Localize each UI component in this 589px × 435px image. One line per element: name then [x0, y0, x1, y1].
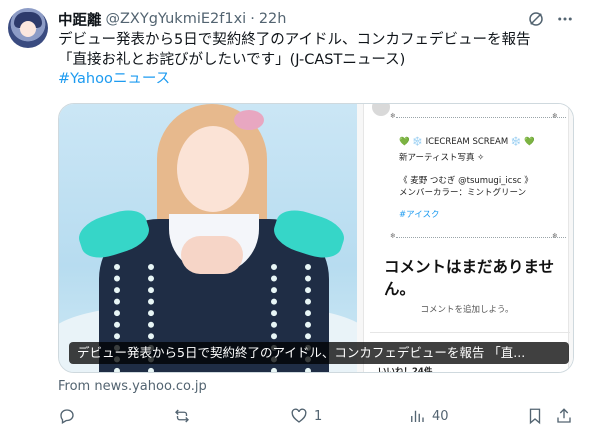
- photo-face: [177, 126, 249, 212]
- reply-button[interactable]: [58, 404, 82, 428]
- sep-mark: ❄: [390, 232, 396, 240]
- more-icon[interactable]: [556, 10, 574, 28]
- tweet-header: 中距離 @ZXYgYukmiE2f1xi · 22h: [58, 9, 287, 30]
- tweet-text-line: デビュー発表から5日で契約終了のアイドル、コンカフェデビューを報告: [58, 32, 531, 48]
- phone-avatar-dot: [372, 104, 390, 116]
- share-button[interactable]: [555, 404, 573, 428]
- author-handle[interactable]: @ZXYgYukmiE2f1xi: [106, 11, 247, 27]
- card-photo: [59, 104, 357, 372]
- sep-mark: ❄: [552, 112, 558, 120]
- share-icon: [555, 407, 573, 425]
- retweet-icon: [173, 407, 191, 425]
- bookmark-button[interactable]: [526, 404, 544, 428]
- link-card[interactable]: ❄ ❄ 💚 ❄️ ICECREAM SCREAM ❄️ 💚 新アーティスト写真 …: [58, 103, 574, 373]
- sep-mark: ❄: [552, 232, 558, 240]
- no-comment-text: コメントはまだありません。: [384, 258, 555, 298]
- phone-line-color: メンバーカラー：ミントグリーン: [399, 188, 527, 198]
- divider: [396, 237, 566, 238]
- tweet-time[interactable]: 22h: [259, 11, 287, 27]
- card-caption: デビュー発表から5日で契約終了のアイドル、コンカフェデビューを報告 「直...: [69, 342, 569, 364]
- avatar-face: [20, 21, 36, 37]
- author-name[interactable]: 中距離: [58, 9, 102, 30]
- bookmark-icon: [526, 407, 544, 425]
- retweet-button[interactable]: [173, 404, 197, 428]
- photo-bow: [234, 110, 264, 130]
- views-button[interactable]: 40: [408, 404, 449, 428]
- views-icon: [408, 407, 426, 425]
- heart-icon: [290, 407, 308, 425]
- like-count: 1: [314, 408, 323, 424]
- card-source[interactable]: From news.yahoo.co.jp: [58, 379, 207, 394]
- phone-line-group: 💚 ❄️ ICECREAM SCREAM ❄️ 💚: [399, 137, 535, 147]
- card-phone-screenshot: ❄ ❄ 💚 ❄️ ICECREAM SCREAM ❄️ 💚 新アーティスト写真 …: [357, 104, 573, 373]
- meta-separator: ·: [250, 11, 255, 27]
- divider: [370, 332, 570, 333]
- avatar[interactable]: [8, 8, 48, 48]
- phone-line-member: 《 麦野 つむぎ @tsumugi_icsc 》: [399, 176, 533, 186]
- sep-mark: ❄: [390, 112, 396, 120]
- like-button[interactable]: 1: [290, 404, 322, 428]
- tweet-text: デビュー発表から5日で契約終了のアイドル、コンカフェデビューを報告 「直接お礼と…: [58, 31, 578, 90]
- photo-hands: [181, 236, 243, 274]
- phone-likes: いいね！24件: [378, 367, 433, 373]
- phone-line-photo: 新アーティスト写真 ✧: [399, 153, 485, 163]
- phone-screen: ❄ ❄ 💚 ❄️ ICECREAM SCREAM ❄️ 💚 新アーティスト写真 …: [363, 104, 570, 373]
- tweet-text-line: 「直接お礼とお詫びがしたいです」(J-CASTニュース): [58, 51, 406, 68]
- reply-icon: [58, 407, 76, 425]
- hashtag-link[interactable]: #Yahooニュース: [58, 70, 578, 90]
- divider: [396, 117, 566, 118]
- grok-icon[interactable]: [527, 10, 545, 28]
- add-comment-text: コメントを追加しよう。: [420, 305, 514, 315]
- phone-line-hashtag: #アイスク: [399, 210, 440, 220]
- action-bar: 1 40: [58, 404, 574, 428]
- views-count: 40: [432, 408, 449, 424]
